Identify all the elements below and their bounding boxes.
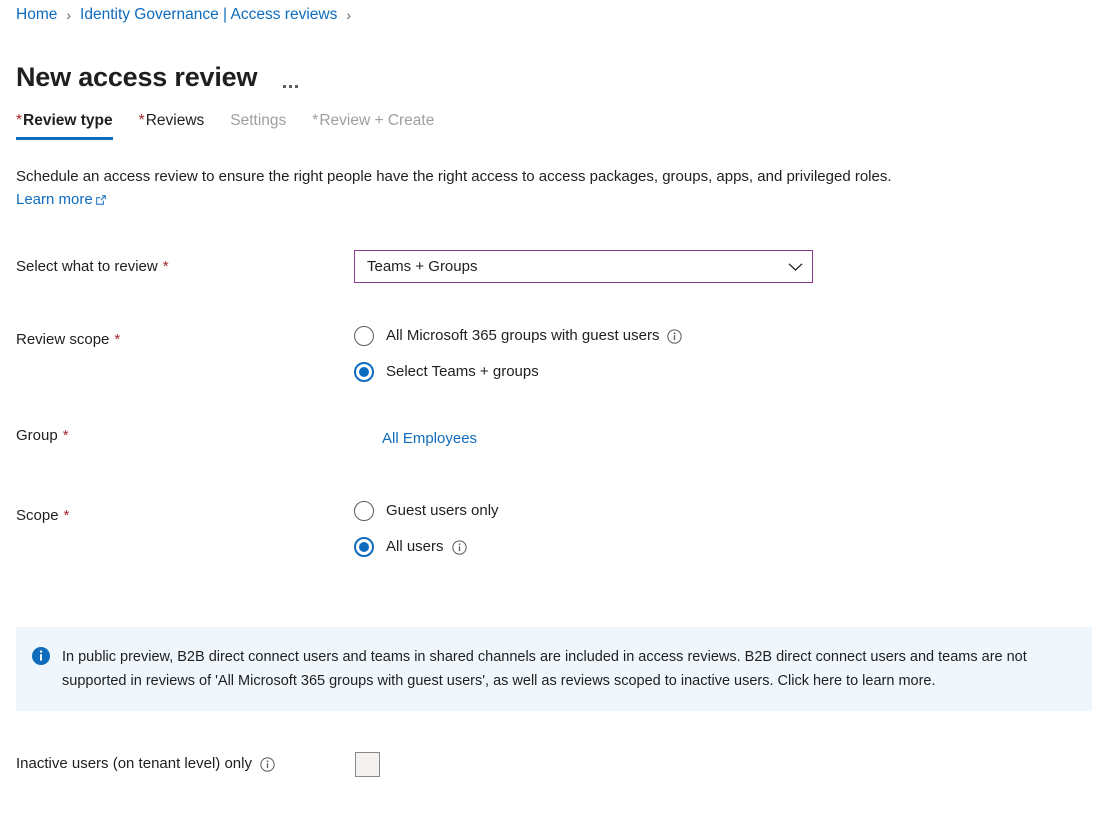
external-link-icon bbox=[95, 194, 107, 206]
description-text: Schedule an access review to ensure the … bbox=[16, 168, 892, 185]
learn-more-label: Learn more bbox=[16, 188, 93, 211]
breadcrumb-item-home[interactable]: Home bbox=[16, 5, 57, 25]
control-wrapper: All Microsoft 365 groups with guest user… bbox=[354, 326, 682, 382]
radio-select-teams-groups[interactable]: Select Teams + groups bbox=[354, 362, 682, 382]
required-asterisk: * bbox=[139, 112, 145, 129]
control-wrapper: Teams + Groups bbox=[354, 250, 813, 283]
info-circle-icon bbox=[32, 647, 50, 665]
learn-more-link[interactable]: Learn more bbox=[16, 188, 107, 211]
tab-label: Review type bbox=[23, 112, 113, 129]
radio-indicator[interactable] bbox=[354, 326, 374, 346]
group-value-link[interactable]: All Employees bbox=[382, 430, 477, 447]
required-asterisk: * bbox=[63, 425, 69, 447]
radio-label: Select Teams + groups bbox=[386, 362, 539, 382]
radio-label: All users bbox=[386, 537, 444, 557]
radio-all-m365-groups-with-guest-users[interactable]: All Microsoft 365 groups with guest user… bbox=[354, 326, 682, 346]
page-title: New access review bbox=[16, 60, 257, 94]
radio-indicator[interactable] bbox=[354, 501, 374, 521]
scope-radio-group: Guest users only All users bbox=[354, 501, 499, 557]
control-wrapper: Guest users only All users bbox=[354, 501, 499, 557]
label-text: Group bbox=[16, 425, 58, 447]
radio-all-users[interactable]: All users bbox=[354, 537, 499, 557]
field-label-group: Group * bbox=[16, 425, 69, 447]
tab-review-type[interactable]: *Review type bbox=[16, 110, 113, 140]
info-icon[interactable] bbox=[667, 329, 682, 344]
inactive-users-checkbox[interactable] bbox=[355, 752, 380, 777]
control-wrapper: All Employees bbox=[382, 428, 477, 450]
label-text: Scope bbox=[16, 505, 59, 527]
tab-settings[interactable]: Settings bbox=[230, 110, 286, 140]
page-header: New access review bbox=[16, 42, 298, 112]
label-text: Review scope bbox=[16, 329, 109, 351]
required-asterisk: * bbox=[163, 256, 169, 278]
required-asterisk: * bbox=[114, 329, 120, 351]
info-banner-text: In public preview, B2B direct connect us… bbox=[62, 645, 1078, 693]
radio-indicator[interactable] bbox=[354, 537, 374, 557]
more-actions-icon[interactable] bbox=[283, 62, 298, 92]
field-label-inactive-users: Inactive users (on tenant level) only bbox=[16, 753, 275, 775]
info-icon[interactable] bbox=[260, 757, 275, 772]
dot bbox=[295, 85, 298, 88]
breadcrumb-separator-icon: › bbox=[66, 5, 71, 25]
tab-label: Reviews bbox=[146, 112, 205, 129]
dropdown-selected-value: Teams + Groups bbox=[367, 257, 477, 277]
tab-reviews[interactable]: *Reviews bbox=[139, 110, 205, 140]
tab-bar: *Review type *Reviews Settings *Review +… bbox=[16, 110, 460, 146]
required-asterisk: * bbox=[64, 505, 70, 527]
info-banner: In public preview, B2B direct connect us… bbox=[16, 627, 1092, 711]
tab-label: Review + Create bbox=[319, 112, 434, 129]
select-what-to-review-dropdown[interactable]: Teams + Groups bbox=[354, 250, 813, 283]
field-label-review-scope: Review scope * bbox=[16, 329, 120, 351]
chevron-down-icon bbox=[788, 262, 803, 272]
dot bbox=[283, 85, 286, 88]
dot bbox=[289, 85, 292, 88]
breadcrumb-item-identity-governance[interactable]: Identity Governance | Access reviews bbox=[80, 5, 337, 25]
label-text: Select what to review bbox=[16, 256, 158, 278]
breadcrumb-separator-icon: › bbox=[346, 5, 351, 25]
radio-guest-users-only[interactable]: Guest users only bbox=[354, 501, 499, 521]
field-label-select-what-to-review: Select what to review * bbox=[16, 256, 169, 278]
field-label-scope: Scope * bbox=[16, 505, 69, 527]
tab-label: Settings bbox=[230, 112, 286, 129]
radio-label: Guest users only bbox=[386, 501, 499, 521]
info-icon[interactable] bbox=[452, 540, 467, 555]
tab-review-create[interactable]: *Review + Create bbox=[312, 110, 434, 140]
review-scope-radio-group: All Microsoft 365 groups with guest user… bbox=[354, 326, 682, 382]
radio-label: All Microsoft 365 groups with guest user… bbox=[386, 326, 659, 346]
label-text: Inactive users (on tenant level) only bbox=[16, 753, 252, 775]
page-description: Schedule an access review to ensure the … bbox=[16, 165, 1076, 211]
required-asterisk: * bbox=[16, 112, 22, 129]
breadcrumb: Home › Identity Governance | Access revi… bbox=[16, 5, 360, 25]
required-asterisk: * bbox=[312, 112, 318, 129]
radio-indicator[interactable] bbox=[354, 362, 374, 382]
